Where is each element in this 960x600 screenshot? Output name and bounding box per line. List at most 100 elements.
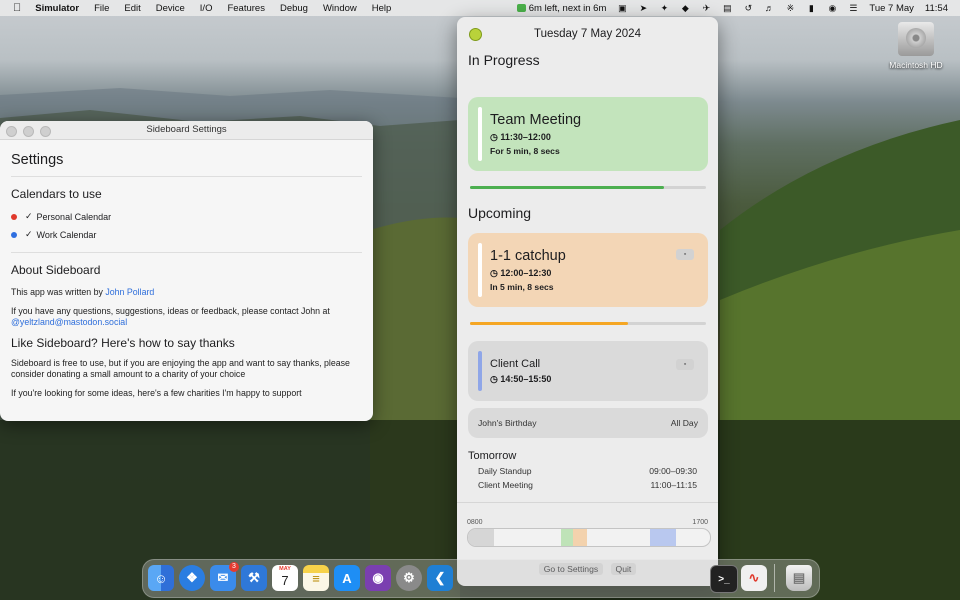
sideboard-panel: Tuesday 7 May 2024 In Progress Team Meet… [457, 17, 718, 586]
control-center-icon[interactable]: ☰ [848, 3, 858, 13]
event-time: ◷ 14:50–15:50 [490, 374, 551, 385]
dock-calendar[interactable]: MAY 7 [272, 565, 298, 591]
event-title: Client Call [490, 358, 541, 370]
tomorrow-event-title: Client Meeting [478, 480, 533, 490]
bluetooth-icon[interactable]: ※ [785, 3, 795, 13]
event-card-1-1-catchup[interactable]: 1-1 catchup ▫ ◷ 12:00–12:30 In 5 min, 8 … [468, 233, 708, 307]
freeform-icon: ∿ [748, 570, 760, 585]
window-title: Sideboard Settings [146, 124, 227, 135]
status-event-text: 6m left, next in 6m [528, 2, 607, 14]
event-accent-bar [478, 351, 482, 391]
sideboard-status-item[interactable]: 6m left, next in 6m [516, 2, 607, 14]
checkbox-checked-icon[interactable]: ✓ [25, 229, 33, 240]
menu-device[interactable]: Device [156, 3, 185, 14]
divider [11, 252, 362, 253]
tomorrow-heading: Tomorrow [468, 450, 517, 462]
terminal-icon: >_ [718, 573, 730, 585]
calendar-day: 7 [281, 573, 289, 588]
window-controls [6, 126, 51, 137]
close-button[interactable] [6, 126, 17, 137]
rocket-icon[interactable]: ➤ [638, 3, 648, 13]
dock-system-settings[interactable]: ⚙ [396, 565, 422, 591]
menubar-date[interactable]: Tue 7 May [869, 3, 914, 14]
about-text: This app was written by John Pollard [11, 287, 362, 298]
history-icon[interactable]: ↺ [743, 3, 753, 13]
timeline-event-team-meeting [561, 529, 573, 546]
battery-icon[interactable]: ▮ [806, 3, 816, 13]
contact-text-label: If you have any questions, suggestions, … [11, 306, 330, 316]
event-accent-bar [478, 107, 482, 161]
settings-titlebar[interactable]: Sideboard Settings [0, 121, 373, 140]
wifi-icon[interactable]: ◉ [827, 3, 837, 13]
dock-finder[interactable]: ☺ [148, 565, 174, 591]
timeline-past-segment [468, 529, 494, 546]
event-relative-time: In 5 min, 8 secs [490, 282, 554, 292]
dock-app-store[interactable]: A [334, 565, 360, 591]
menu-file[interactable]: File [94, 3, 109, 14]
progress-fill [470, 322, 629, 325]
volume-icon[interactable]: ♬ [764, 3, 774, 13]
event-time: ◷ 11:30–12:00 [490, 132, 551, 143]
dock-vscode[interactable]: ❮ [427, 565, 453, 591]
event-card-team-meeting[interactable]: Team Meeting ◷ 11:30–12:00 For 5 min, 8 … [468, 97, 708, 171]
menu-features[interactable]: Features [227, 3, 265, 14]
github-icon: ◉ [372, 570, 384, 585]
dock-notes[interactable]: ≡ [303, 565, 329, 591]
event-time-text: 14:50–15:50 [500, 374, 552, 384]
notes-icon[interactable]: ▫ [676, 359, 694, 370]
clock-icon: ◷ [490, 268, 498, 278]
zoom-button[interactable] [40, 126, 51, 137]
hard-drive-icon [898, 22, 934, 56]
menu-io[interactable]: I/O [200, 3, 213, 14]
pin-icon[interactable]: ✦ [659, 3, 669, 13]
panel-date: Tuesday 7 May 2024 [534, 28, 641, 40]
macintosh-hd-drive[interactable]: Macintosh HD [886, 22, 946, 70]
scripting-icon[interactable]: ▣ [617, 3, 627, 13]
event-relative-time: For 5 min, 8 secs [490, 146, 560, 156]
calendar-status-icon [516, 4, 526, 12]
dock-xcode[interactable]: ⚒ [241, 565, 267, 591]
layers-icon[interactable]: ◆ [680, 3, 690, 13]
dock-safari[interactable]: ❖ [179, 565, 205, 591]
event-card-client-call[interactable]: Client Call ▫ ◷ 14:50–15:50 [468, 341, 708, 401]
event-title: 1-1 catchup [490, 248, 566, 264]
timeline-event-1-1-catchup [573, 529, 587, 546]
timeline-start-label: 0800 [467, 519, 483, 526]
calendar-option-work[interactable]: ✓ Work Calendar [11, 229, 362, 240]
progress-bar-1-1-catchup [470, 322, 706, 325]
mastodon-link[interactable]: @yeltzland@mastodon.social [11, 317, 127, 327]
menu-debug[interactable]: Debug [280, 3, 308, 14]
dock-divider [774, 564, 775, 592]
bird-icon[interactable]: ✈ [701, 3, 711, 13]
apple-logo-icon[interactable]:  [13, 2, 21, 14]
menu-edit[interactable]: Edit [124, 3, 140, 14]
checkbox-checked-icon[interactable]: ✓ [25, 211, 33, 222]
all-day-event-title: John's Birthday [478, 418, 537, 428]
menu-window[interactable]: Window [323, 3, 357, 14]
tomorrow-event-row[interactable]: Client Meeting 11:00–11:15 [478, 480, 697, 490]
calendar-name: Work Calendar [36, 229, 97, 240]
minimize-button[interactable] [23, 126, 34, 137]
settings-window: Sideboard Settings Settings Calendars to… [0, 121, 373, 421]
author-link[interactable]: John Pollard [105, 287, 154, 297]
menu-app-name[interactable]: Simulator [35, 3, 79, 14]
tomorrow-event-row[interactable]: Daily Standup 09:00–09:30 [478, 466, 697, 476]
dock-freeform[interactable]: ∿ [741, 565, 767, 591]
all-day-event-card[interactable]: John's Birthday All Day [468, 408, 708, 438]
menubar-time[interactable]: 11:54 [925, 3, 948, 14]
app-store-icon: A [342, 570, 352, 586]
event-title: Team Meeting [490, 112, 582, 128]
dock-terminal[interactable]: >_ [710, 565, 738, 593]
trash-icon: ▤ [792, 570, 806, 585]
sidebar-icon[interactable]: ▤ [722, 3, 732, 13]
calendar-option-personal[interactable]: ✓ Personal Calendar [11, 211, 362, 222]
event-time-text: 11:30–12:00 [500, 132, 551, 142]
menu-help[interactable]: Help [372, 3, 392, 14]
timeline-event-client-call [650, 529, 676, 546]
dock-mail[interactable]: ✉ 3 [210, 562, 239, 591]
notes-icon[interactable]: ▫ [676, 249, 694, 260]
dock-github-desktop[interactable]: ◉ [365, 565, 391, 591]
gear-icon: ⚙ [403, 570, 415, 585]
drive-label: Macintosh HD [889, 60, 943, 70]
dock-trash[interactable]: ▤ [786, 565, 812, 591]
